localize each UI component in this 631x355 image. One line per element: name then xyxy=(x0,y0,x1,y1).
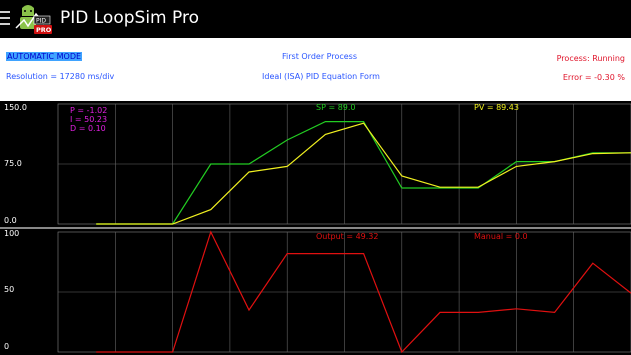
app-title: PID LoopSim Pro xyxy=(60,8,199,28)
mode-indicator[interactable]: AUTOMATIC MODE xyxy=(6,52,83,61)
action-bar: PID PRO PID LoopSim Pro xyxy=(0,0,631,38)
process-chart[interactable]: 150.0 75.0 0.0 P = -1.02 I = 50.23 D = 0… xyxy=(0,101,631,227)
sp-series-line xyxy=(96,121,631,225)
upper-y-tick-top: 150.0 xyxy=(4,103,27,112)
resolution-label: Resolution = 17280 ms/div xyxy=(6,72,115,81)
lower-grid xyxy=(57,231,631,353)
output-chart-svg xyxy=(57,230,631,354)
upper-y-tick-mid: 75.0 xyxy=(4,159,22,168)
app-logo-icon: PID PRO xyxy=(14,2,54,36)
p-gain-label: P = -1.02 xyxy=(70,106,108,115)
pv-value-label: PV = 89.43 xyxy=(474,103,519,112)
status-panel: AUTOMATIC MODE Resolution = 17280 ms/div… xyxy=(0,38,631,101)
i-gain-label: I = 50.23 xyxy=(70,115,108,124)
upper-y-tick-bottom: 0.0 xyxy=(4,216,17,225)
output-value-label: Output = 49.32 xyxy=(316,232,379,241)
equation-form-label[interactable]: Ideal (ISA) PID Equation Form xyxy=(262,72,380,81)
menu-icon[interactable] xyxy=(0,11,10,27)
manual-value-label: Manual = 0.0 xyxy=(474,232,528,241)
lower-y-tick-top: 100 xyxy=(4,229,20,238)
pv-series-line xyxy=(96,122,631,225)
output-chart[interactable]: 100 50 0 Output = 49.32 Manual = 0.0 xyxy=(0,229,631,355)
error-label: Error = -0.30 % xyxy=(562,73,625,82)
lower-y-tick-mid: 50 xyxy=(4,285,15,294)
process-state-label[interactable]: Process: Running xyxy=(557,54,625,63)
badge-pid: PID xyxy=(36,18,46,25)
badge-pro: PRO xyxy=(36,26,52,34)
d-gain-label: D = 0.10 xyxy=(70,124,106,133)
sp-value-label: SP = 89.0 xyxy=(316,103,356,112)
lower-y-tick-bottom: 0 xyxy=(4,342,10,351)
process-type-label[interactable]: First Order Process xyxy=(282,52,357,61)
